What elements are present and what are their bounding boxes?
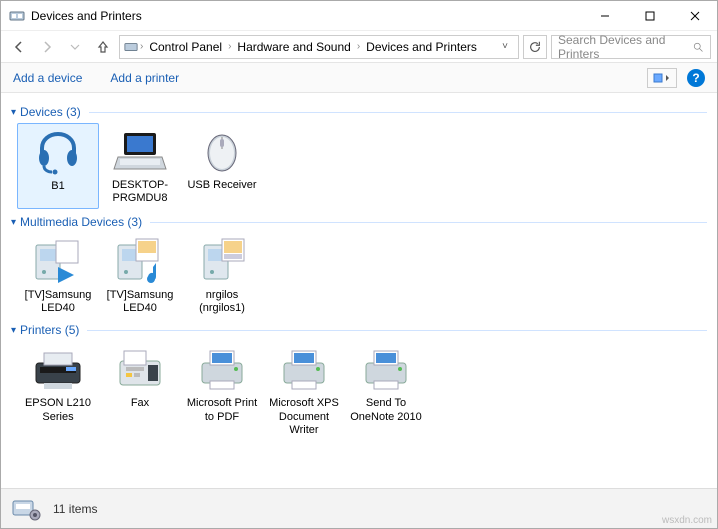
- printer-icon: [358, 345, 414, 393]
- device-item[interactable]: DESKTOP-PRGMDU8: [99, 123, 181, 209]
- group-name: Multimedia Devices (3): [20, 215, 142, 229]
- printer-icon: [276, 345, 332, 393]
- laptop-icon: [112, 127, 168, 175]
- group-header[interactable]: ▾ Multimedia Devices (3): [11, 215, 707, 229]
- device-item[interactable]: [TV]Samsung LED40: [99, 233, 181, 317]
- forward-button[interactable]: [35, 35, 59, 59]
- mouse-icon: [194, 127, 250, 175]
- maximize-button[interactable]: [627, 1, 672, 31]
- group-items: B1DESKTOP-PRGMDU8USB Receiver: [11, 123, 707, 209]
- window-controls: [582, 1, 717, 31]
- chevron-right-icon: ›: [357, 41, 360, 52]
- device-label: DESKTOP-PRGMDU8: [101, 179, 179, 205]
- breadcrumb-item[interactable]: Control Panel: [145, 40, 226, 54]
- device-item[interactable]: B1: [17, 123, 99, 209]
- status-text: 11 items: [53, 502, 97, 516]
- help-icon: ?: [692, 71, 699, 85]
- view-options-button[interactable]: [647, 68, 677, 88]
- bluetooth-headset-icon: [30, 128, 86, 176]
- group-divider: [87, 330, 707, 331]
- media-server-music-icon: [112, 237, 168, 285]
- window-title: Devices and Printers: [31, 9, 582, 23]
- breadcrumb[interactable]: › Control Panel › Hardware and Sound › D…: [119, 35, 519, 59]
- group-header[interactable]: ▾ Devices (3): [11, 105, 707, 119]
- group-name: Devices (3): [20, 105, 81, 119]
- breadcrumb-root-icon: [124, 40, 138, 54]
- command-bar: Add a device Add a printer ?: [1, 63, 717, 93]
- group-divider: [150, 222, 707, 223]
- chevron-right-icon: ›: [140, 41, 143, 52]
- printer-icon: [194, 345, 250, 393]
- device-item[interactable]: [TV]Samsung LED40: [17, 233, 99, 317]
- help-button[interactable]: ?: [687, 69, 705, 87]
- group-items: EPSON L210 SeriesFaxMicrosoft Print to P…: [11, 341, 707, 439]
- title-bar: Devices and Printers: [1, 1, 717, 31]
- device-label: nrgilos (nrgilos1): [183, 289, 261, 315]
- device-label: Microsoft Print to PDF: [183, 397, 261, 423]
- collapse-icon: ▾: [11, 107, 16, 118]
- device-item[interactable]: Fax: [99, 341, 181, 439]
- close-button[interactable]: [672, 1, 717, 31]
- device-label: [TV]Samsung LED40: [101, 289, 179, 315]
- collapse-icon: ▾: [11, 217, 16, 228]
- window-icon: [9, 8, 25, 24]
- device-item[interactable]: Microsoft XPS Document Writer: [263, 341, 345, 439]
- fax-icon: [112, 345, 168, 393]
- device-label: [TV]Samsung LED40: [19, 289, 97, 315]
- back-button[interactable]: [7, 35, 31, 59]
- content-area: ▾ Devices (3) B1DESKTOP-PRGMDU8USB Receive…: [1, 93, 717, 488]
- breadcrumb-item[interactable]: Hardware and Sound: [233, 40, 354, 54]
- device-label: Send To OneNote 2010: [347, 397, 425, 423]
- device-item[interactable]: Microsoft Print to PDF: [181, 341, 263, 439]
- breadcrumb-item[interactable]: Devices and Printers: [362, 40, 481, 54]
- device-item[interactable]: EPSON L210 Series: [17, 341, 99, 439]
- chevron-right-icon: ›: [228, 41, 231, 52]
- refresh-button[interactable]: [523, 35, 547, 59]
- breadcrumb-dropdown-button[interactable]: ˅: [496, 41, 514, 52]
- device-item[interactable]: USB Receiver: [181, 123, 263, 209]
- device-label: Microsoft XPS Document Writer: [265, 397, 343, 437]
- search-icon: [692, 41, 704, 53]
- group-divider: [89, 112, 707, 113]
- device-item[interactable]: Send To OneNote 2010: [345, 341, 427, 439]
- group-items: [TV]Samsung LED40[TV]Samsung LED40nrgilo…: [11, 233, 707, 317]
- recent-locations-button[interactable]: [63, 35, 87, 59]
- up-button[interactable]: [91, 35, 115, 59]
- printer-epson-icon: [30, 345, 86, 393]
- device-label: USB Receiver: [183, 179, 261, 205]
- group-header[interactable]: ▾ Printers (5): [11, 323, 707, 337]
- collapse-icon: ▾: [11, 325, 16, 336]
- status-bar: 11 items: [1, 488, 717, 528]
- group-name: Printers (5): [20, 323, 79, 337]
- status-icon: [11, 495, 43, 523]
- device-label: Fax: [101, 397, 179, 423]
- device-item[interactable]: nrgilos (nrgilos1): [181, 233, 263, 317]
- add-printer-button[interactable]: Add a printer: [110, 71, 179, 85]
- minimize-button[interactable]: [582, 1, 627, 31]
- search-placeholder: Search Devices and Printers: [558, 33, 692, 61]
- navigation-bar: › Control Panel › Hardware and Sound › D…: [1, 31, 717, 63]
- media-server-play-icon: [30, 237, 86, 285]
- media-server-icon: [194, 237, 250, 285]
- device-label: EPSON L210 Series: [19, 397, 97, 423]
- device-label: B1: [20, 180, 96, 206]
- search-input[interactable]: Search Devices and Printers: [551, 35, 711, 59]
- add-device-button[interactable]: Add a device: [13, 71, 82, 85]
